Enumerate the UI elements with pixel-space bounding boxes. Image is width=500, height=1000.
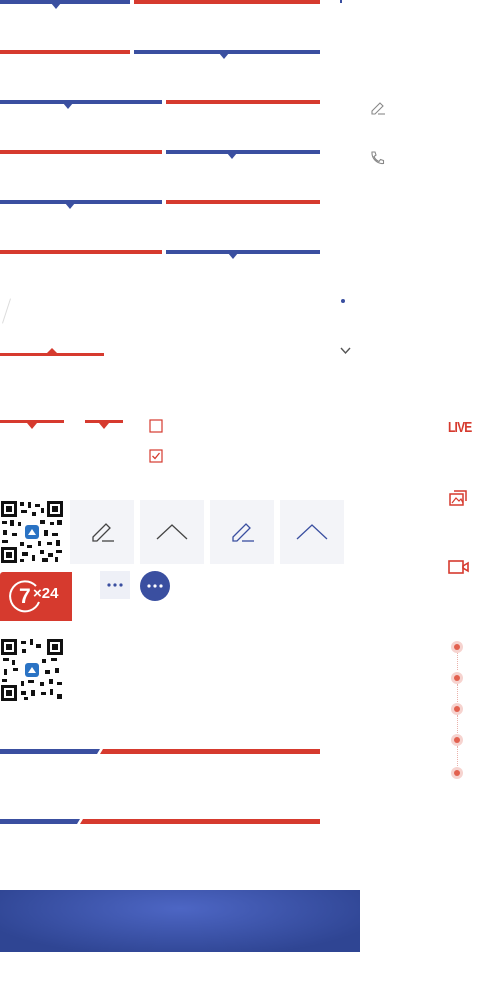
- pencil-icon: [92, 523, 114, 542]
- live-label: LIVE: [448, 419, 472, 436]
- checkbox-empty-icon[interactable]: [149, 419, 163, 433]
- qr-code-icon: [0, 638, 64, 702]
- edit-tile-blue[interactable]: [210, 500, 274, 564]
- badge-number: 7: [19, 585, 31, 608]
- timeline-dot[interactable]: [451, 767, 463, 779]
- badge-7x24: 7 ×24: [0, 572, 72, 621]
- pencil-icon: [232, 523, 254, 542]
- more-button[interactable]: [100, 571, 130, 599]
- badge-suffix: ×24: [33, 585, 59, 602]
- image-gallery-icon[interactable]: [449, 489, 469, 507]
- more-button-filled[interactable]: [140, 571, 170, 601]
- collapse-tile-blue[interactable]: [280, 500, 344, 564]
- pencil-icon[interactable]: [369, 100, 387, 116]
- timeline-dot[interactable]: [451, 672, 463, 684]
- edit-tile[interactable]: [70, 500, 134, 564]
- chevron-down-icon[interactable]: [340, 347, 351, 355]
- chevron-up-icon: [156, 524, 188, 540]
- phone-icon[interactable]: [369, 150, 385, 166]
- bullet-dot: [341, 299, 345, 303]
- blue-banner: [0, 890, 360, 952]
- collapse-tile[interactable]: [140, 500, 204, 564]
- checkbox-checked-icon[interactable]: [149, 449, 163, 463]
- marker-dot: [340, 0, 342, 3]
- slash-divider: [2, 298, 11, 324]
- chevron-up-icon: [296, 524, 328, 540]
- more-icon: [147, 584, 163, 588]
- timeline-dot[interactable]: [451, 641, 463, 653]
- timeline-dot[interactable]: [451, 703, 463, 715]
- video-camera-icon[interactable]: [448, 559, 470, 575]
- more-icon: [107, 583, 123, 587]
- qr-code-icon: [0, 500, 64, 564]
- timeline-dot[interactable]: [451, 734, 463, 746]
